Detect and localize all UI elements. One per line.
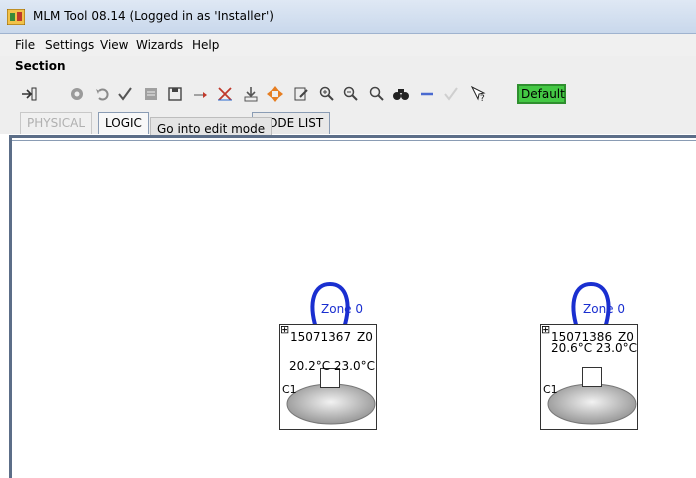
find-icon[interactable] [392,85,410,103]
menu-file[interactable]: File [15,38,35,52]
notes-icon[interactable] [142,85,160,103]
app-icon [7,9,25,25]
zoom-out-icon[interactable] [342,85,360,103]
thermostat-dish-icon [286,383,376,425]
zoom-reset-icon[interactable] [368,85,386,103]
device-node[interactable]: ⊞ 15071386 Z0 C1 20.6°C 23.0°C [540,324,638,430]
check-disabled-icon[interactable] [442,85,460,103]
move-icon[interactable] [192,85,210,103]
title-bar: MLM Tool 08.14 (Logged in as 'Installer'… [0,0,696,34]
profile-default-badge[interactable]: Default [517,84,566,104]
delete-icon[interactable] [216,85,234,103]
menu-settings[interactable]: Settings [45,38,94,52]
help-pointer-icon[interactable]: ? [470,85,488,103]
save-icon[interactable] [166,85,184,103]
zoom-in-icon[interactable] [318,85,336,103]
tab-logic[interactable]: LOGIC [98,112,149,134]
node-temperatures: 20.2°C 23.0°C [289,359,376,373]
settings-icon[interactable] [68,85,86,103]
undo-icon[interactable] [94,85,112,103]
tab-physical[interactable]: PHYSICAL [20,112,93,134]
menu-wizards[interactable]: Wizards [136,38,183,52]
node-temperatures: 20.6°C 23.0°C [551,341,638,355]
node-id: 15071367 [290,330,352,344]
canvas-divider [12,140,696,141]
thermostat-dish-icon [547,383,637,425]
svg-text:?: ? [480,94,485,103]
zone-label: Zone 0 [321,302,363,316]
toolbar: ? [0,78,696,110]
node-zone: Z0 [357,330,373,344]
menu-view[interactable]: View [100,38,128,52]
expand-icon[interactable]: ⊞ [280,324,289,335]
menu-bar: File Settings View Wizards Help [0,34,696,56]
edit-mode-icon[interactable] [292,85,310,103]
section-label: Section [0,56,696,78]
zone-label: Zone 0 [583,302,625,316]
channel-label: C1 [543,383,558,396]
window-title: MLM Tool 08.14 (Logged in as 'Installer'… [33,9,274,23]
exit-icon[interactable] [20,85,38,103]
minus-icon[interactable] [418,85,436,103]
check-icon[interactable] [116,85,134,103]
arrows-icon[interactable] [266,85,284,103]
channel-label: C1 [282,383,297,396]
import-icon[interactable] [242,85,260,103]
device-node[interactable]: ⊞ 15071367 Z0 C1 20.2°C 23.0°C [279,324,377,430]
menu-help[interactable]: Help [192,38,219,52]
expand-icon[interactable]: ⊞ [541,324,550,335]
setpoint-box[interactable] [582,367,602,387]
